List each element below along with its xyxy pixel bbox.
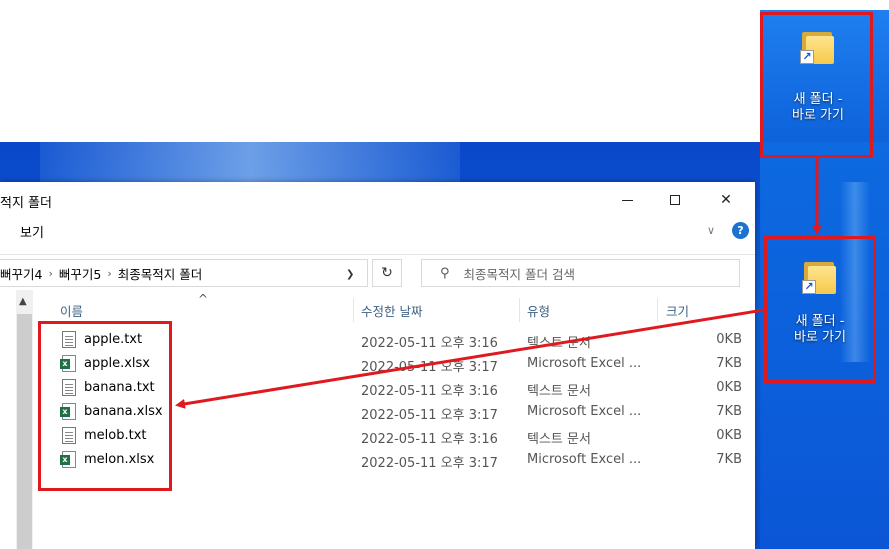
column-header-size[interactable]: 크기 <box>666 301 689 320</box>
file-size: 0KB <box>716 380 742 395</box>
file-type: Microsoft Excel ... <box>527 404 642 419</box>
breadcrumb-item[interactable]: 뻐꾸기5 <box>59 264 101 283</box>
file-type: 텍스트 문서 <box>527 336 591 351</box>
breadcrumb-item[interactable]: 최종목적지 폴더 <box>118 264 202 283</box>
close-button[interactable]: ✕ <box>703 182 749 218</box>
column-header-date[interactable]: 수정한 날짜 <box>361 301 422 320</box>
file-date: 2022-05-11 오후 3:17 <box>361 408 498 423</box>
breadcrumb-separator-icon[interactable]: › <box>48 267 52 280</box>
title-bar[interactable]: 적지 폴더 ✕ <box>0 182 755 218</box>
file-size: 7KB <box>716 404 742 419</box>
minimize-icon <box>621 199 633 201</box>
maximize-icon <box>670 195 680 205</box>
file-type: 텍스트 문서 <box>527 432 591 447</box>
file-type: 텍스트 문서 <box>527 384 591 399</box>
file-size: 7KB <box>716 452 742 467</box>
column-divider[interactable] <box>353 298 354 322</box>
file-date: 2022-05-11 오후 3:17 <box>361 456 498 471</box>
column-divider[interactable] <box>519 298 520 322</box>
refresh-icon: ↻ <box>381 265 393 281</box>
annotation-box-bottom-shortcut <box>764 236 876 383</box>
view-menu-tab[interactable]: 보기 <box>20 222 44 241</box>
search-input[interactable]: ⚲ 최종목적지 폴더 검색 <box>421 259 740 287</box>
minimize-button[interactable] <box>604 182 650 218</box>
address-dropdown-chevron-icon[interactable]: ❯ <box>346 269 354 280</box>
ribbon-expand-chevron-icon[interactable]: ∨ <box>707 224 715 237</box>
column-divider[interactable] <box>657 298 658 322</box>
ribbon: 보기 ∨ <box>0 218 755 246</box>
file-size: 0KB <box>716 332 742 347</box>
file-size: 0KB <box>716 428 742 443</box>
file-type: Microsoft Excel ... <box>527 356 642 371</box>
breadcrumb-item[interactable]: 뻐꾸기4 <box>0 264 42 283</box>
help-icon[interactable]: ? <box>732 222 749 239</box>
search-placeholder: 최종목적지 폴더 검색 <box>463 266 575 282</box>
file-type: Microsoft Excel ... <box>527 452 642 467</box>
annotation-box-top-shortcut <box>760 12 873 158</box>
file-date: 2022-05-11 오후 3:16 <box>361 384 498 399</box>
annotation-box-file-group <box>38 321 172 491</box>
column-header-name[interactable]: 이름 <box>60 301 83 320</box>
file-date: 2022-05-11 오후 3:16 <box>361 336 498 351</box>
file-date: 2022-05-11 오후 3:16 <box>361 432 498 447</box>
column-header-type[interactable]: 유형 <box>527 301 550 320</box>
search-icon: ⚲ <box>440 265 450 281</box>
close-icon: ✕ <box>720 192 732 208</box>
maximize-button[interactable] <box>652 182 698 218</box>
file-size: 7KB <box>716 356 742 371</box>
breadcrumb-separator-icon[interactable]: › <box>107 267 111 280</box>
file-date: 2022-05-11 오후 3:17 <box>361 360 498 375</box>
address-row: 뻐꾸기4 › 뻐꾸기5 › 최종목적지 폴더 ❯ ↻ ⚲ 최종목적지 폴더 검색 <box>0 254 755 290</box>
window-title: 적지 폴더 <box>0 196 52 211</box>
column-header-row: 이름 수정한 날짜 유형 크기 <box>0 298 755 322</box>
refresh-button[interactable]: ↻ <box>372 259 402 287</box>
address-bar[interactable]: 뻐꾸기4 › 뻐꾸기5 › 최종목적지 폴더 ❯ <box>0 259 368 287</box>
